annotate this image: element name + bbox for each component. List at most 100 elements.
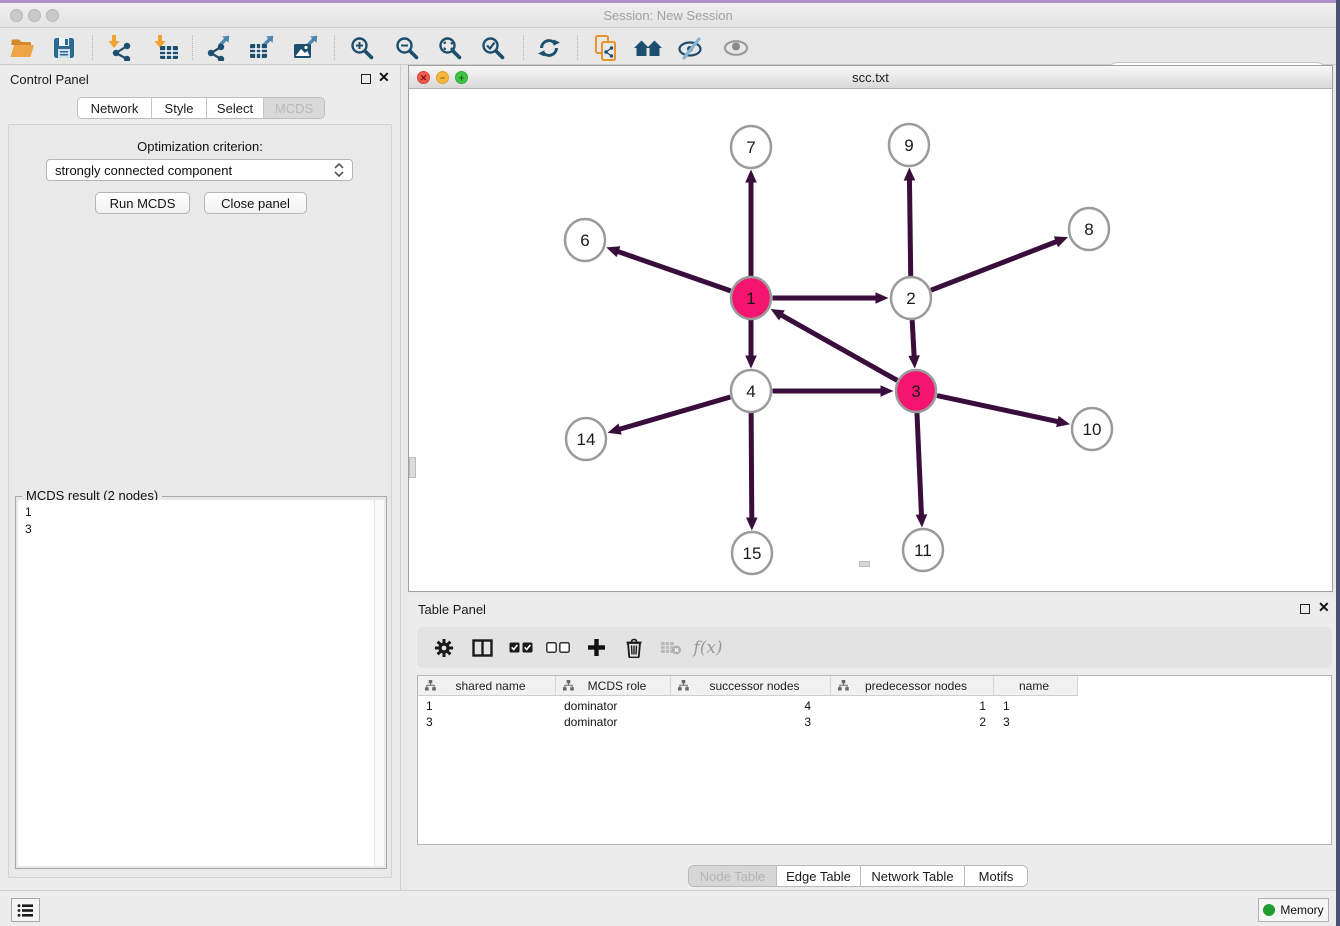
graph-edge-1-6[interactable] xyxy=(606,246,730,291)
cell-name: 1 xyxy=(994,698,1078,714)
criterion-value: strongly connected component xyxy=(55,163,232,178)
column-header-successor-nodes[interactable]: successor nodes xyxy=(671,676,831,695)
close-panel-icon[interactable]: ✕ xyxy=(378,69,390,86)
import-table-icon[interactable] xyxy=(149,34,183,61)
graph-node-3[interactable]: 3 xyxy=(896,370,936,412)
mcds-panel-body: Optimization criterion: strongly connect… xyxy=(8,124,392,878)
zoom-out-icon[interactable] xyxy=(390,34,424,61)
graph-edge-1-7[interactable] xyxy=(745,170,757,277)
table-settings-gear-icon[interactable] xyxy=(429,634,459,661)
result-scrollbar[interactable] xyxy=(374,500,384,866)
table-row[interactable]: 3 dominator 3 2 3 xyxy=(418,714,1078,730)
network-view-title: scc.txt xyxy=(409,70,1332,85)
network-window-titlebar[interactable]: ✕ − + scc.txt xyxy=(409,66,1332,89)
close-panel-button[interactable]: Close panel xyxy=(204,192,307,214)
graph-node-1[interactable]: 1 xyxy=(731,277,771,319)
status-bar: Memory xyxy=(0,890,1336,926)
cell-name: 3 xyxy=(994,714,1078,730)
column-header-shared-name[interactable]: shared name xyxy=(418,676,556,695)
graph-node-4[interactable]: 4 xyxy=(731,370,771,412)
zoom-in-icon[interactable] xyxy=(345,34,379,61)
close-table-panel-icon[interactable]: ✕ xyxy=(1318,599,1330,616)
memory-status-icon xyxy=(1263,904,1275,916)
save-session-icon[interactable] xyxy=(47,34,81,61)
svg-text:14: 14 xyxy=(577,430,596,449)
mcds-result-box: MCDS result (2 nodes) 1 3 xyxy=(15,496,387,869)
import-network-icon[interactable] xyxy=(102,34,136,61)
graph-node-10[interactable]: 10 xyxy=(1072,408,1112,450)
cell-shared-name: 3 xyxy=(418,714,556,730)
graph-node-7[interactable]: 7 xyxy=(731,126,771,168)
export-image-icon[interactable] xyxy=(288,34,322,61)
horizontal-splitter-handle[interactable] xyxy=(859,561,870,567)
graph-edge-2-3[interactable] xyxy=(908,319,920,368)
graph-edge-3-10[interactable] xyxy=(937,396,1070,428)
svg-text:4: 4 xyxy=(746,382,755,401)
graph-edge-4-14[interactable] xyxy=(608,397,731,435)
table-row[interactable]: 1 dominator 4 1 1 xyxy=(418,698,1078,714)
column-header-name[interactable]: name xyxy=(994,676,1078,695)
vertical-splitter-handle[interactable] xyxy=(409,457,416,478)
graph-node-15[interactable]: 15 xyxy=(732,532,772,574)
show-details-eye-icon[interactable] xyxy=(719,34,753,61)
toolbar-separator xyxy=(523,35,524,60)
graph-node-14[interactable]: 14 xyxy=(566,418,606,460)
column-header-mcds-role[interactable]: MCDS role xyxy=(556,676,671,695)
float-table-panel-icon[interactable] xyxy=(1300,604,1310,614)
tab-edge-table[interactable]: Edge Table xyxy=(777,866,861,886)
memory-button[interactable]: Memory xyxy=(1258,898,1329,922)
float-panel-icon[interactable] xyxy=(361,74,371,84)
run-mcds-button[interactable]: Run MCDS xyxy=(95,192,190,214)
show-columns-icon[interactable] xyxy=(467,634,497,661)
graph-node-11[interactable]: 11 xyxy=(903,529,943,571)
graph-edge-3-11[interactable] xyxy=(916,412,928,527)
cell-predecessor-nodes: 2 xyxy=(831,714,994,730)
graph-node-8[interactable]: 8 xyxy=(1069,208,1109,250)
svg-text:10: 10 xyxy=(1083,420,1102,439)
result-item: 1 xyxy=(25,504,32,521)
zoom-fit-icon[interactable] xyxy=(433,34,467,61)
tab-node-table[interactable]: Node Table xyxy=(689,866,777,886)
criterion-dropdown[interactable]: strongly connected component xyxy=(46,159,353,181)
create-column-plus-icon[interactable] xyxy=(581,634,611,661)
hide-details-eye-icon[interactable] xyxy=(674,34,708,61)
graph-node-6[interactable]: 6 xyxy=(565,219,605,261)
delete-column-trash-icon[interactable] xyxy=(619,634,649,661)
optimization-criterion-label: Optimization criterion: xyxy=(9,139,391,154)
graph-edge-2-9[interactable] xyxy=(904,167,916,276)
graph-edge-4-3[interactable] xyxy=(773,385,894,397)
node-table[interactable]: shared name MCDS role successor nodes pr… xyxy=(417,675,1332,845)
graph-edge-3-1[interactable] xyxy=(771,309,898,380)
main-toolbar xyxy=(0,29,1336,65)
select-all-icon[interactable] xyxy=(506,634,536,661)
deselect-all-icon[interactable] xyxy=(543,634,573,661)
svg-text:3: 3 xyxy=(911,382,920,401)
tab-style[interactable]: Style xyxy=(152,98,207,118)
column-header-predecessor-nodes[interactable]: predecessor nodes xyxy=(831,676,994,695)
task-history-button[interactable] xyxy=(11,898,40,922)
tab-select[interactable]: Select xyxy=(207,98,264,118)
refresh-icon[interactable] xyxy=(532,34,566,61)
graph-node-9[interactable]: 9 xyxy=(889,124,929,166)
tab-mcds[interactable]: MCDS xyxy=(264,98,324,118)
table-panel: Table Panel ✕ f(x) xyxy=(408,595,1336,890)
column-type-icon xyxy=(563,680,574,691)
share-document-icon[interactable] xyxy=(588,34,622,61)
open-file-icon[interactable] xyxy=(5,34,39,61)
graph-edge-1-4[interactable] xyxy=(745,320,757,369)
export-network-icon[interactable] xyxy=(201,34,235,61)
graph-edge-4-15[interactable] xyxy=(746,412,758,530)
graph-edge-2-8[interactable] xyxy=(931,236,1068,290)
tab-network-table[interactable]: Network Table xyxy=(861,866,965,886)
tab-network[interactable]: Network xyxy=(78,98,152,118)
column-type-icon xyxy=(838,680,849,691)
home-gallery-icon[interactable] xyxy=(631,34,665,61)
graph-edge-1-2[interactable] xyxy=(773,292,889,304)
tab-motifs[interactable]: Motifs xyxy=(965,866,1027,886)
zoom-selected-icon[interactable] xyxy=(476,34,510,61)
table-header-row: shared name MCDS role successor nodes pr… xyxy=(418,676,1078,696)
mcds-result-list[interactable]: 1 3 xyxy=(18,500,384,866)
graph-node-2[interactable]: 2 xyxy=(891,277,931,319)
export-table-icon[interactable] xyxy=(244,34,278,61)
network-canvas[interactable]: 7 9 6 8 1 2 4 3 14 10 15 11 xyxy=(409,89,1332,591)
